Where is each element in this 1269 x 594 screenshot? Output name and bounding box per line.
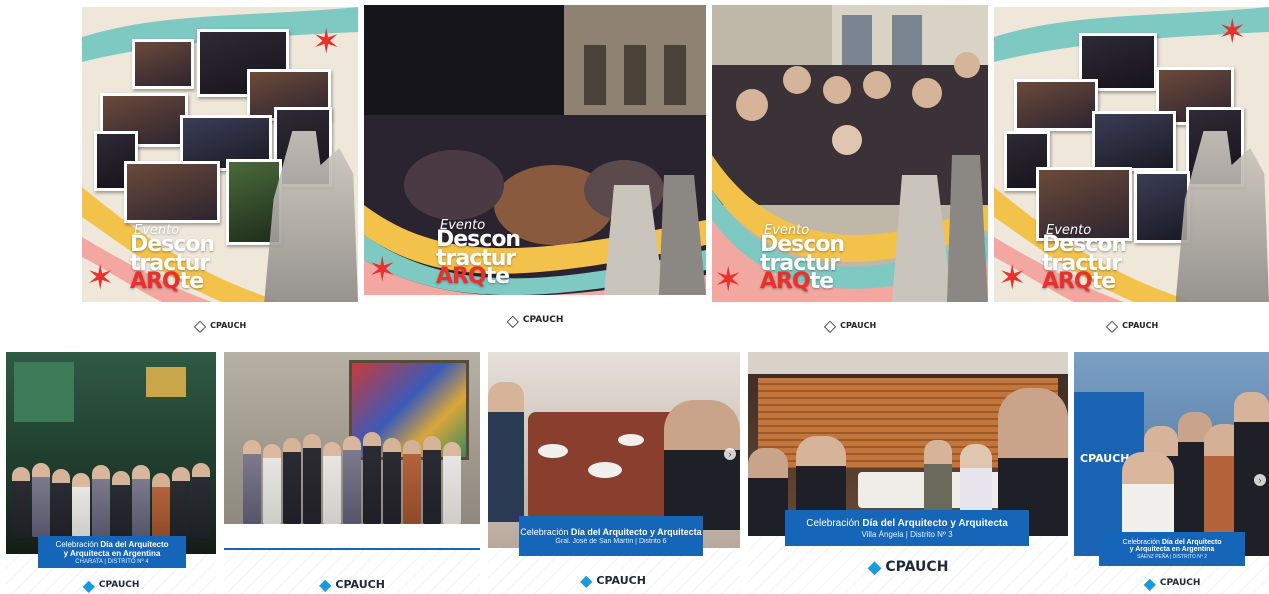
chevron-right-icon: › — [728, 449, 732, 459]
cpauch-logo-icon: ◇ — [193, 315, 207, 335]
cpauch-sign: CPAUCH — [1080, 452, 1130, 465]
event-logo: Evento Descon tractur ARQte — [760, 222, 845, 295]
brand-cpauch: ◇ CPAUCH — [823, 315, 877, 335]
cpauch-logo-icon: ◇ — [506, 310, 519, 330]
star-icon: ✶ — [312, 23, 341, 61]
event-photo: ✶ Evento Descon tractur ARQte — [712, 5, 988, 302]
carousel-next-button[interactable]: › — [1254, 474, 1266, 486]
carousel-next-button[interactable]: › — [724, 448, 736, 460]
event-logo: Evento Descon tractur ARQte — [436, 217, 521, 290]
event-logo: Evento Descon tractur ARQte — [1042, 222, 1127, 295]
group-photo — [6, 352, 216, 557]
event-banner: Celebración Día del Arquitecto y Arquite… — [785, 510, 1029, 546]
cpauch-logo-icon: ◇ — [823, 315, 837, 335]
celebration-card-2[interactable]: ◆ CPAUCH — [224, 352, 480, 594]
event-card-1[interactable]: ✶ ✶ Evento Descon tractur ARQte — [82, 7, 358, 302]
group-photo: CPAUCH › — [1074, 352, 1269, 556]
night-patio-photo — [364, 5, 706, 295]
event-card-2[interactable]: ✶ Evento Descon tractur ARQte — [364, 5, 706, 295]
event-banner: Celebración Día del Arquitecto y Arquite… — [519, 516, 703, 556]
cpauch-logo-icon: ◇ — [1105, 315, 1119, 335]
brand-cpauch: ◆ CPAUCH — [580, 570, 646, 590]
group-photo — [224, 352, 480, 524]
cpauch-logo-icon: ◆ — [82, 575, 95, 594]
brand-cpauch: ◆ CPAUCH — [867, 556, 949, 578]
celebration-card-1[interactable]: Celebración Día del Arquitecto y Arquite… — [6, 352, 216, 594]
celebration-card-3[interactable]: › Celebración Día del Arquitecto y Arqui… — [488, 352, 740, 594]
celebration-card-5[interactable]: CPAUCH › Celebración Día del Arquitecto … — [1074, 352, 1269, 594]
group-photo — [712, 5, 988, 302]
brand-cpauch: ◆ CPAUCH — [1143, 573, 1201, 593]
chevron-right-icon: › — [1258, 475, 1262, 485]
event-card-3[interactable]: ✶ Evento Descon tractur ARQte — [712, 5, 988, 302]
cpauch-logo-icon: ◆ — [867, 556, 882, 578]
cpauch-logo-icon: ◆ — [580, 570, 593, 590]
event-banner: Celebración Día del Arquitecto y Arquite… — [1099, 532, 1245, 566]
event-collage: ✶ ✶ Evento Descon tractur ARQte — [994, 7, 1269, 302]
brand-cpauch: ◇ CPAUCH — [1105, 315, 1159, 335]
brand-cpauch: ◇ CPAUCH — [506, 310, 564, 330]
star-icon: ✶ — [86, 259, 115, 297]
event-card-4[interactable]: ✶ ✶ Evento Descon tractur ARQte — [994, 7, 1269, 302]
event-banner: Celebración Día del Arquitecto y Arquite… — [38, 536, 186, 568]
event-photo: ✶ Evento Descon tractur ARQte — [364, 5, 706, 295]
brand-cpauch: ◆ CPAUCH — [319, 574, 385, 594]
celebration-card-4[interactable]: Celebración Día del Arquitecto y Arquite… — [748, 352, 1068, 594]
brand-cpauch: ◇ CPAUCH — [193, 315, 247, 335]
event-collage: ✶ ✶ Evento Descon tractur ARQte — [82, 7, 358, 302]
star-icon: ✶ — [998, 259, 1027, 297]
event-logo: Evento Descon tractur ARQte — [130, 222, 215, 295]
star-icon: ✶ — [714, 261, 743, 299]
table-selfie-photo — [748, 352, 1068, 536]
star-icon: ✶ — [368, 251, 397, 289]
brand-cpauch: ◆ CPAUCH — [82, 575, 140, 594]
cpauch-logo-icon: ◆ — [1143, 573, 1156, 593]
star-icon: ✶ — [1218, 13, 1247, 51]
cpauch-logo-icon: ◆ — [319, 574, 332, 594]
